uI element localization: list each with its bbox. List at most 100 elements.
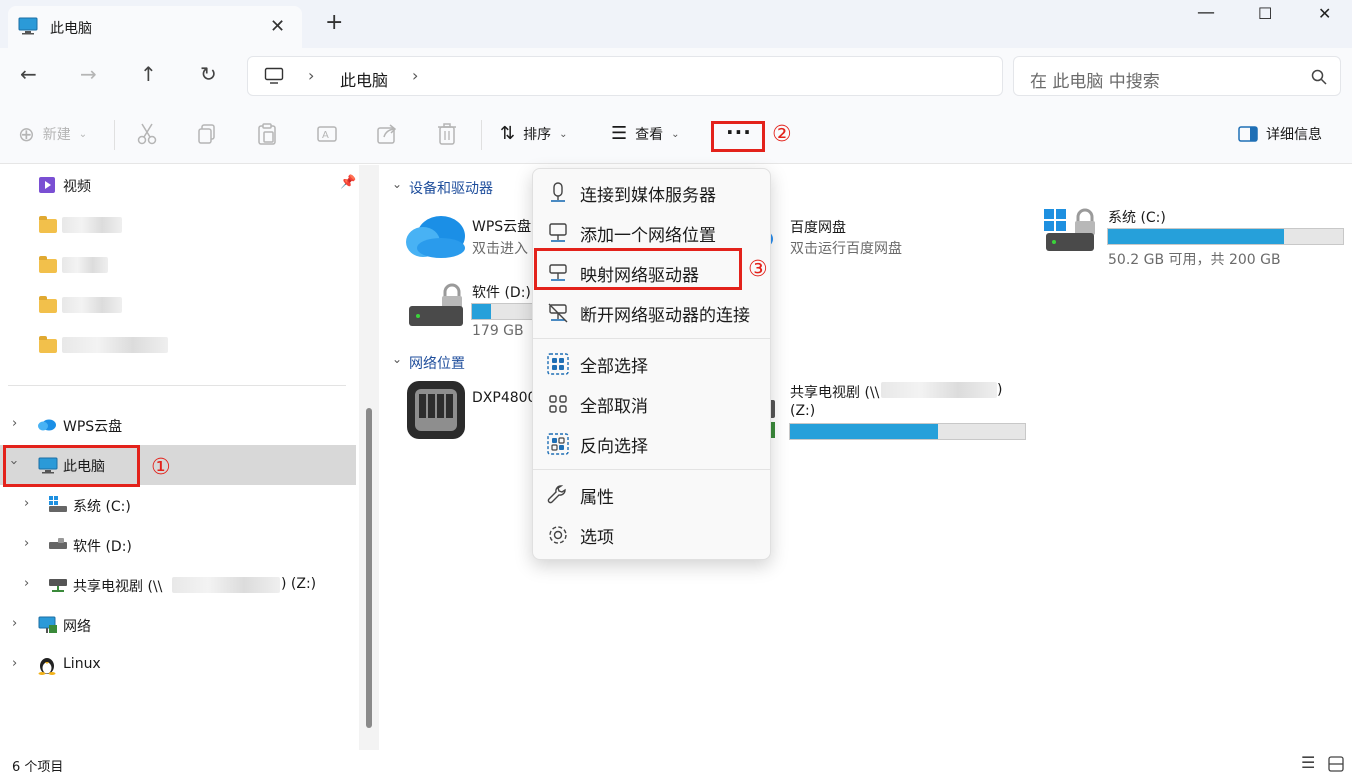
dxp-nas-tile[interactable]: DXP4800 [406, 380, 536, 442]
up-arrow-icon[interactable]: ↑ [140, 62, 157, 86]
baidu-netdisk-tile[interactable]: 百度网盘 双击运行百度网盘 [765, 215, 945, 265]
media-server-icon [551, 182, 565, 202]
new-tab-button[interactable]: + [325, 12, 343, 34]
search-input[interactable]: 在 此电脑 中搜索 [1030, 67, 1160, 92]
sidebar-item-label: 网络 [63, 619, 91, 635]
sort-icon: ⇅ [500, 123, 516, 144]
sidebar-item-label: 软件 (D:) [73, 539, 132, 555]
chevron-down-icon: ⌄ [671, 128, 680, 140]
sidebar-item-folder[interactable] [0, 285, 356, 325]
sidebar-item-linux[interactable]: › Linux [0, 645, 356, 685]
navigation-bar: ← → ↑ ↻ › 此电脑 › 在 此电脑 中搜索 [0, 48, 1352, 106]
redacted-label [62, 217, 122, 233]
menu-item-label: 断开网络驱动器的连接 [580, 305, 750, 326]
view-button[interactable]: ☰ 查看 ⌄ [611, 124, 680, 144]
redacted-label [62, 257, 108, 273]
chevron-right-icon[interactable]: › [12, 416, 17, 431]
menu-item-invert-selection[interactable]: 反向选择 [533, 424, 770, 464]
command-bar: ⊕ 新建 ⌄ A ⇅ 排序 ⌄ ☰ 查看 ⌄ ··· 详细信息 [0, 106, 1352, 164]
group-header-network[interactable]: 网络位置 [409, 353, 465, 373]
menu-item-add-network-location[interactable]: 添加一个网络位置 [533, 213, 770, 253]
breadcrumb-chevron[interactable]: › [412, 66, 418, 85]
sidebar-item-network-share[interactable]: › 共享电视剧 (\\ ) (Z:) [0, 565, 356, 605]
chevron-down-icon: ⌄ [559, 128, 568, 140]
chevron-right-icon[interactable]: › [12, 616, 17, 631]
sort-button[interactable]: ⇅ 排序 ⌄ [500, 124, 567, 144]
details-pane-button[interactable]: 详细信息 [1238, 124, 1322, 144]
collapse-chevron-icon[interactable]: ⌄ [392, 352, 402, 366]
sidebar-item-network[interactable]: › 网络 [0, 605, 356, 645]
menu-item-select-all[interactable]: 全部选择 [533, 344, 770, 384]
network-drive-icon [49, 579, 67, 592]
sidebar-item-label: WPS云盘 [63, 419, 123, 435]
tab-this-pc[interactable]: 此电脑 ✕ [8, 6, 302, 48]
share-icon[interactable] [376, 122, 398, 146]
network-share-usage-bar [789, 423, 1026, 440]
chevron-right-icon[interactable]: › [24, 496, 29, 511]
chevron-down-icon: ⌄ [78, 128, 88, 140]
close-button[interactable]: ✕ [1318, 4, 1331, 23]
annotation-box-this-pc [3, 445, 140, 487]
sidebar-item-videos[interactable]: 视频 📌 [0, 165, 356, 205]
copy-icon[interactable] [196, 122, 218, 146]
menu-item-label: 属性 [580, 487, 614, 508]
maximize-button[interactable]: ☐ [1258, 4, 1272, 23]
menu-item-connect-media-server[interactable]: 连接到媒体服务器 [533, 173, 770, 213]
chevron-right-icon[interactable]: › [12, 656, 17, 671]
wps-cloud-subtitle: 双击进入 [472, 241, 528, 257]
sidebar-item-label: 系统 (C:) [73, 499, 131, 515]
pin-icon[interactable]: 📌 [340, 175, 356, 190]
drive-d-usage-fill [472, 304, 491, 319]
sidebar-item-wps-cloud[interactable]: › WPS云盘 [0, 405, 356, 445]
hard-drive-icon [49, 538, 67, 549]
sidebar-item-folder[interactable] [0, 245, 356, 285]
menu-item-properties[interactable]: 属性 [533, 475, 770, 515]
collapse-chevron-icon[interactable]: ⌄ [392, 177, 402, 191]
menu-separator [533, 338, 770, 339]
network-share-tile[interactable]: 共享电视剧 (\\ ) (Z:) [765, 380, 1026, 442]
chevron-right-icon[interactable]: › [24, 536, 29, 551]
menu-item-label: 选项 [580, 527, 614, 548]
refresh-icon[interactable]: ↻ [200, 62, 217, 86]
rename-icon[interactable]: A [316, 122, 338, 146]
sidebar-item-folder[interactable] [0, 325, 356, 365]
nas-icon [407, 381, 465, 439]
wps-cloud-tile[interactable]: WPS云盘 双击进入 [405, 212, 535, 266]
chevron-right-icon[interactable]: › [24, 576, 29, 591]
minimize-button[interactable]: — [1197, 2, 1215, 23]
menu-item-select-none[interactable]: 全部取消 [533, 384, 770, 424]
details-view-icon[interactable]: ☰ [1301, 753, 1315, 772]
redacted-label [62, 337, 168, 353]
sidebar-item-drive-c[interactable]: › 系统 (C:) [0, 485, 356, 525]
new-button[interactable]: ⊕ 新建 ⌄ [18, 124, 87, 144]
breadcrumb-location[interactable]: 此电脑 [340, 67, 388, 91]
drive-d-name: 软件 (D:) [472, 285, 531, 301]
forward-arrow-icon[interactable]: → [80, 62, 97, 86]
disconnect-drive-icon [548, 303, 568, 323]
search-box[interactable]: 在 此电脑 中搜索 [1013, 56, 1341, 96]
menu-item-disconnect-network-drive[interactable]: 断开网络驱动器的连接 [533, 293, 770, 333]
group-header-devices[interactable]: 设备和驱动器 [409, 178, 493, 198]
menu-item-options[interactable]: 选项 [533, 515, 770, 555]
dxp-nas-name: DXP4800 [472, 390, 537, 406]
cut-icon[interactable] [136, 122, 158, 146]
sidebar-item-drive-d[interactable]: › 软件 (D:) [0, 525, 356, 565]
delete-icon[interactable] [436, 122, 458, 146]
sidebar-scrollbar-thumb[interactable] [366, 408, 372, 728]
cloud-icon [406, 216, 465, 258]
menu-item-label: 全部选择 [580, 356, 648, 377]
sort-label: 排序 [523, 127, 552, 143]
address-bar[interactable]: › 此电脑 › [247, 56, 1003, 96]
folder-icon [39, 216, 57, 233]
paste-icon[interactable] [256, 122, 278, 146]
back-arrow-icon[interactable]: ← [20, 62, 37, 86]
tab-close-icon[interactable]: ✕ [270, 16, 285, 37]
sidebar-item-folder[interactable] [0, 205, 356, 245]
title-bar: 此电脑 ✕ + — ☐ ✕ [0, 0, 1352, 48]
folder-icon [39, 336, 57, 353]
drive-d-free-space: 179 GB [472, 323, 524, 339]
details-pane-icon [1238, 126, 1258, 142]
drive-c-tile[interactable]: 系统 (C:) 50.2 GB 可用，共 200 GB [1042, 207, 1352, 269]
baidu-subtitle: 双击运行百度网盘 [790, 241, 902, 257]
tiles-view-icon[interactable] [1328, 756, 1344, 772]
